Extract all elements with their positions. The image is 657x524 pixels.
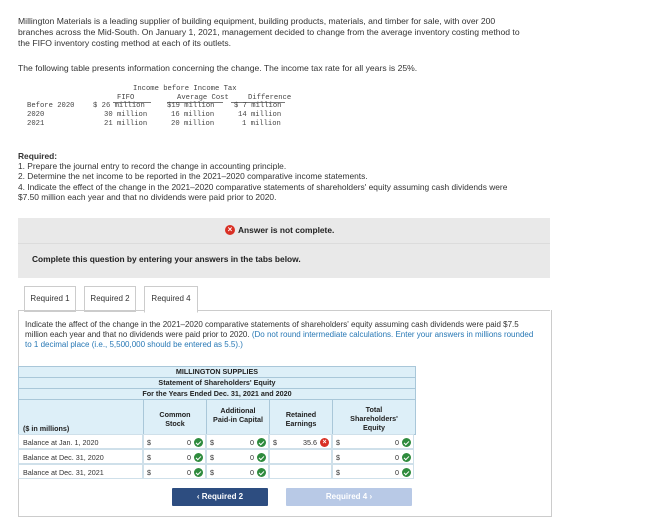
cell-apic[interactable]: $ 0	[206, 464, 269, 479]
answer-status: × Answer is not complete.	[225, 225, 334, 235]
cell-retained-earnings[interactable]	[269, 464, 332, 479]
info-row-fifo: 30 million	[104, 111, 148, 119]
question-text: Indicate the affect of the change in the…	[25, 320, 540, 350]
next-required-button[interactable]: Required 4 ›	[286, 488, 412, 506]
cell-value: 0	[250, 468, 254, 477]
col-retained-earnings: Retained Earnings	[269, 399, 333, 435]
error-x-icon: ×	[225, 225, 235, 235]
tab-required-2[interactable]: Required 2	[84, 286, 136, 312]
col-apic-label: Additional Paid-in Capital	[213, 406, 263, 424]
dollar-sign: $	[210, 438, 214, 447]
info-row-fifo: $ 26 million	[93, 102, 145, 110]
intro-line-3: the FIFO inventory costing method at eac…	[18, 38, 232, 48]
answer-banner: × Answer is not complete. Complete this …	[18, 218, 550, 278]
complete-instruction: Complete this question by entering your …	[32, 254, 301, 264]
dollar-sign: $	[147, 468, 151, 477]
banner-status-bar: × Answer is not complete.	[18, 218, 550, 244]
info-super-header: Income before Income Tax	[133, 85, 237, 93]
answer-status-text: Answer is not complete.	[238, 225, 335, 235]
cell-retained-earnings[interactable]	[269, 449, 332, 464]
dollar-sign: $	[336, 453, 340, 462]
prev-required-button[interactable]: ‹ Required 2	[172, 488, 268, 506]
required-item-4-cont: $7.50 million each year and that no divi…	[18, 191, 277, 202]
info-row-diff: 14 million	[238, 111, 282, 119]
info-row-label: 2021	[27, 120, 45, 128]
info-row-label: Before 2020	[27, 102, 75, 110]
col-common-stock-label: Common Stock	[159, 410, 191, 428]
info-row-fifo: 21 million	[104, 120, 148, 128]
correct-check-icon	[194, 453, 203, 462]
dollar-sign: $	[147, 453, 151, 462]
col-total-equity: Total Shareholders' Equity	[332, 399, 416, 435]
required-item-2: 2. Determine the net income to be report…	[18, 171, 368, 182]
info-header-avg: Average Cost	[177, 94, 229, 102]
col-retained-earnings-label: Retained Earnings	[285, 410, 317, 428]
intro-line-1: Millington Materials is a leading suppli…	[18, 16, 496, 26]
chevron-left-icon: ‹	[196, 492, 200, 501]
cell-value: 35.6	[303, 438, 317, 447]
cell-apic[interactable]: $ 0	[206, 449, 269, 464]
info-row-avg: 16 million	[171, 111, 215, 119]
cell-value: 0	[395, 468, 399, 477]
correct-check-icon	[257, 453, 266, 462]
col-total-equity-label: Total Shareholders' Equity	[350, 405, 398, 432]
info-row-diff: 1 million	[242, 120, 281, 128]
required-title: Required:	[18, 151, 58, 161]
correct-check-icon	[194, 438, 203, 447]
cell-value: 0	[250, 453, 254, 462]
dollar-sign: $	[210, 453, 214, 462]
units-label: ($ in millions)	[23, 424, 70, 433]
cell-total-equity[interactable]: $ 0	[332, 464, 414, 479]
dollar-sign: $	[210, 468, 214, 477]
correct-check-icon	[257, 468, 266, 477]
cell-retained-earnings[interactable]: $ 35.6 ×	[269, 434, 332, 449]
info-header-fifo: FIFO	[117, 94, 135, 102]
tab-required-4[interactable]: Required 4	[144, 286, 198, 313]
problem-intro: Millington Materials is a leading suppli…	[18, 16, 643, 49]
info-row-avg: 20 million	[171, 120, 215, 128]
cell-common-stock[interactable]: $ 0	[143, 434, 206, 449]
cell-value: 0	[250, 438, 254, 447]
intro-line-2: branches across the Mid-South. On Januar…	[18, 27, 520, 37]
correct-check-icon	[402, 438, 411, 447]
row-label: Balance at Jan. 1, 2020	[18, 434, 143, 449]
dollar-sign: $	[147, 438, 151, 447]
correct-check-icon	[402, 468, 411, 477]
cell-value: 0	[187, 468, 191, 477]
intro-line-4: The following table presents information…	[18, 63, 418, 73]
correct-check-icon	[194, 468, 203, 477]
dollar-sign: $	[273, 438, 277, 447]
next-button-label: Required 4	[325, 492, 368, 501]
info-header-diff: Difference	[248, 94, 292, 102]
correct-check-icon	[257, 438, 266, 447]
incorrect-x-icon: ×	[320, 438, 329, 447]
info-row-label: 2020	[27, 111, 45, 119]
dollar-sign: $	[336, 468, 340, 477]
cell-value: 0	[187, 453, 191, 462]
cell-value: 0	[395, 438, 399, 447]
required-section: Required: 1. Prepare the journal entry t…	[18, 151, 648, 202]
cell-total-equity[interactable]: $ 0	[332, 434, 414, 449]
cell-value: 0	[395, 453, 399, 462]
info-row-avg: $19 million	[167, 102, 215, 110]
dollar-sign: $	[336, 438, 340, 447]
col-common-stock: Common Stock	[143, 399, 207, 435]
required-item-4: 4. Indicate the effect of the change in …	[18, 181, 508, 192]
col-apic: Additional Paid-in Capital	[206, 399, 270, 435]
tab-required-1[interactable]: Required 1	[24, 286, 76, 312]
cell-total-equity[interactable]: $ 0	[332, 449, 414, 464]
cell-common-stock[interactable]: $ 0	[143, 449, 206, 464]
units-header: ($ in millions)	[18, 399, 144, 435]
prev-button-label: Required 2	[201, 492, 244, 501]
info-row-diff: $ 7 million	[234, 102, 282, 110]
required-item-1: 1. Prepare the journal entry to record t…	[18, 161, 287, 172]
cell-apic[interactable]: $ 0	[206, 434, 269, 449]
row-label: Balance at Dec. 31, 2020	[18, 449, 143, 464]
row-label: Balance at Dec. 31, 2021	[18, 464, 143, 479]
chevron-right-icon: ›	[369, 492, 373, 501]
cell-common-stock[interactable]: $ 0	[143, 464, 206, 479]
cell-value: 0	[187, 438, 191, 447]
correct-check-icon	[402, 453, 411, 462]
